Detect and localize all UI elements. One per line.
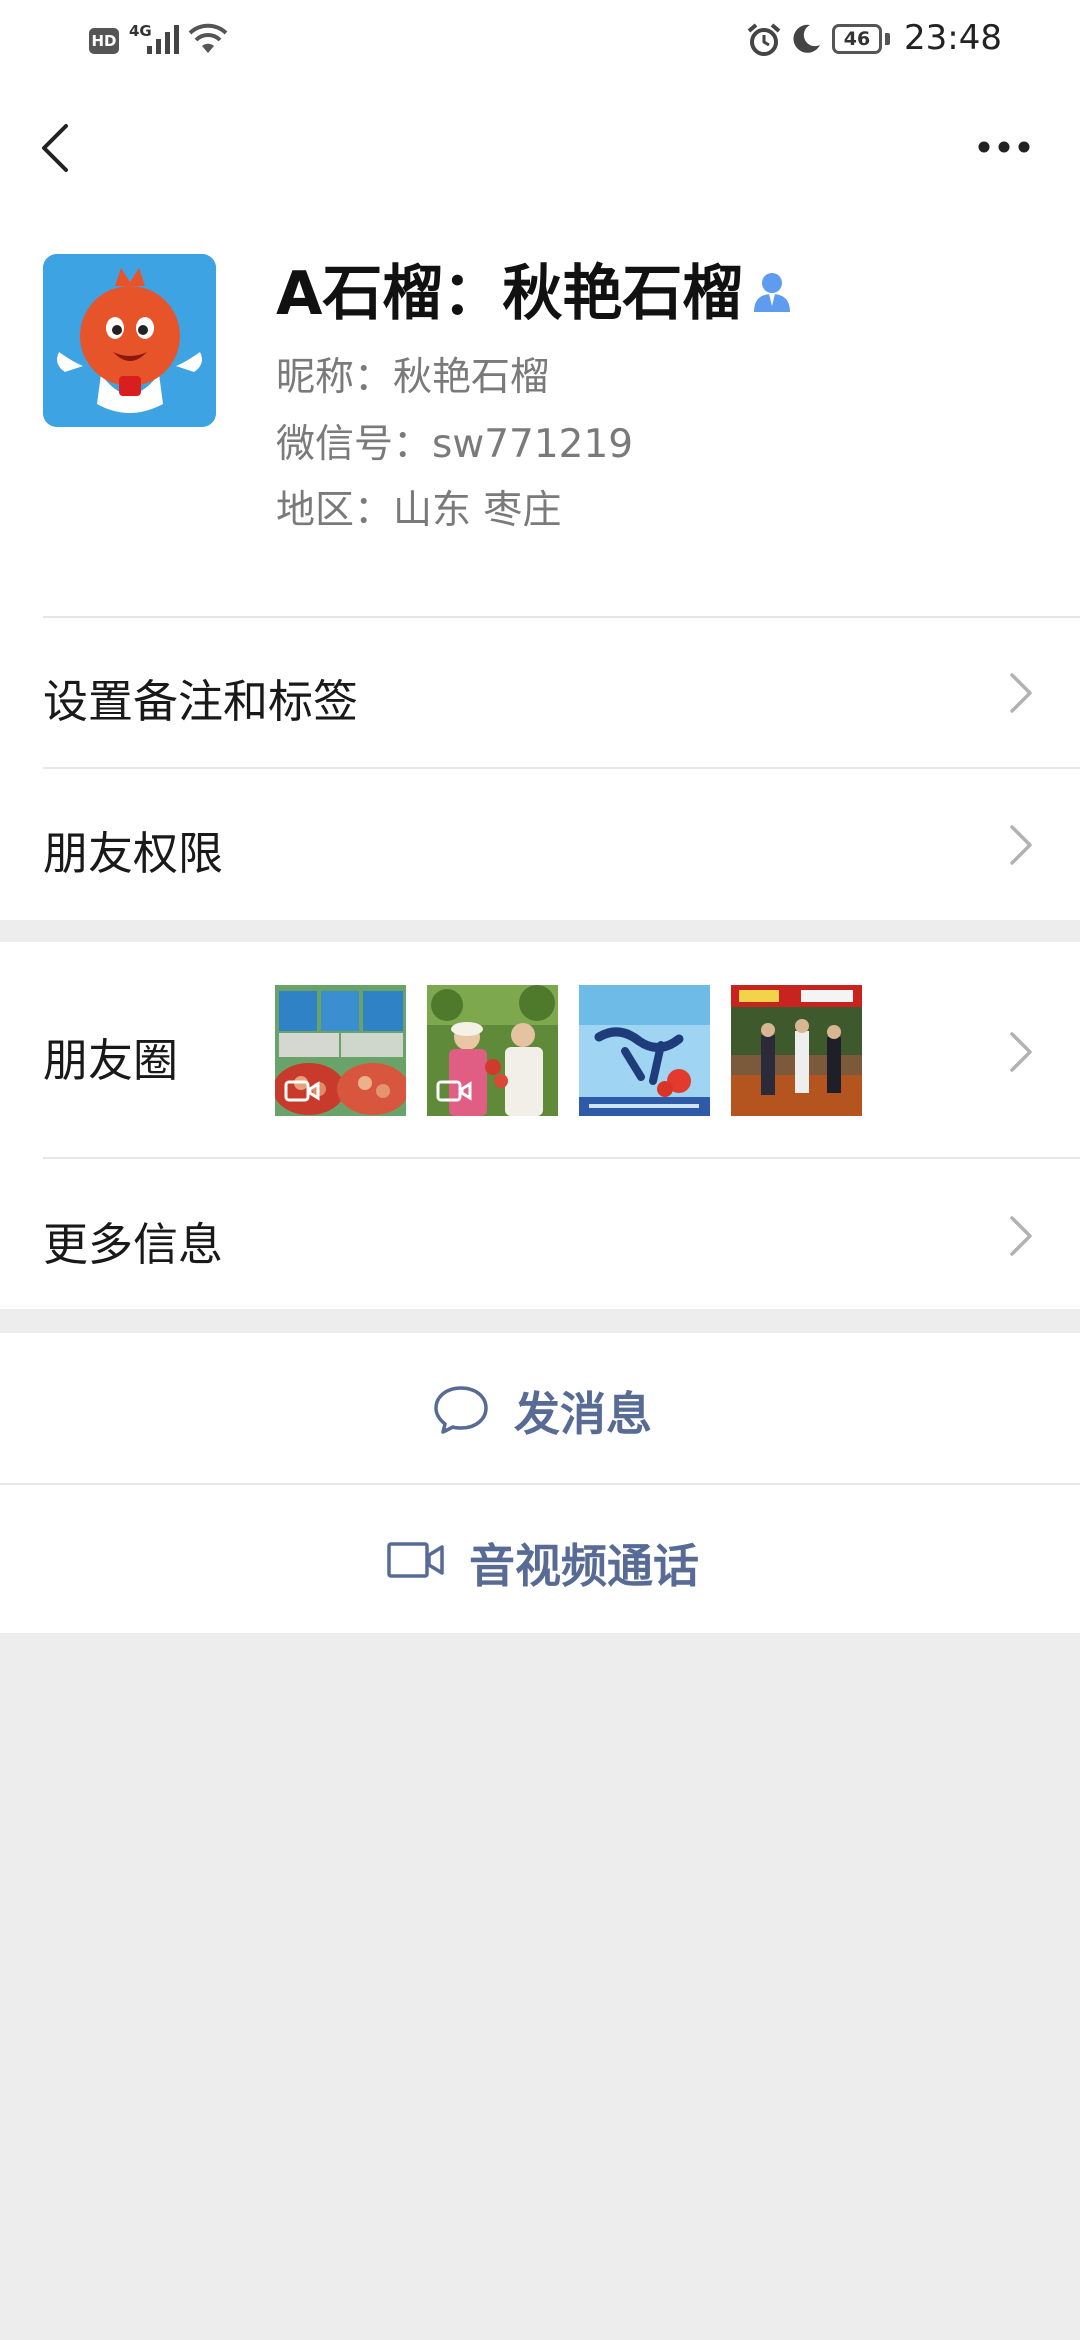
status-bar: HD 4G 46 23:48	[0, 0, 1080, 80]
battery-icon: 46	[832, 24, 882, 54]
chevron-right-icon	[1010, 1032, 1032, 1072]
status-time: 23:48	[904, 18, 1002, 58]
chevron-right-icon	[1010, 825, 1032, 865]
chevron-right-icon	[1010, 673, 1032, 713]
remark-tags-row[interactable]: 设置备注和标签	[43, 665, 358, 730]
video-icon	[284, 1080, 320, 1102]
profile-nickname: 昵称：秋艳石榴	[276, 355, 550, 400]
divider	[43, 1157, 1080, 1159]
send-message-label[interactable]: 发消息	[514, 1378, 652, 1444]
more-info-row[interactable]: 更多信息	[43, 1208, 223, 1273]
pomegranate-mascot-icon	[43, 254, 216, 427]
wifi-icon	[188, 23, 228, 53]
more-icon[interactable]	[976, 138, 1032, 156]
profile-wechat-id: 微信号：sw771219	[276, 422, 634, 467]
moon-icon	[793, 24, 820, 53]
moments-thumbnail[interactable]	[427, 985, 558, 1116]
divider	[43, 767, 1080, 769]
friend-permissions-row[interactable]: 朋友权限	[43, 817, 223, 882]
alarm-icon	[747, 23, 781, 56]
avatar[interactable]	[43, 254, 216, 427]
video-call-label[interactable]: 音视频通话	[469, 1530, 699, 1596]
profile-display-name: A石榴：秋艳石榴	[276, 259, 743, 329]
moments-thumbnail[interactable]	[579, 985, 710, 1116]
battery-tip	[885, 33, 890, 45]
market-street-photo	[731, 985, 862, 1116]
signal-icon	[147, 25, 179, 54]
moments-thumbnail[interactable]	[275, 985, 406, 1116]
video-icon	[436, 1080, 472, 1102]
chat-bubble-icon	[434, 1386, 488, 1434]
chevron-right-icon	[1010, 1216, 1032, 1256]
divider	[43, 616, 1080, 618]
back-icon[interactable]	[36, 122, 72, 174]
moments-row[interactable]: 朋友圈	[43, 1024, 178, 1089]
hd-indicator: HD	[89, 28, 119, 54]
video-camera-icon	[387, 1542, 444, 1578]
moments-thumbnail[interactable]	[731, 985, 862, 1116]
user-badge-icon	[754, 273, 790, 312]
shiliu-sign-photo	[579, 985, 710, 1116]
profile-region: 地区：山东 枣庄	[276, 488, 562, 533]
